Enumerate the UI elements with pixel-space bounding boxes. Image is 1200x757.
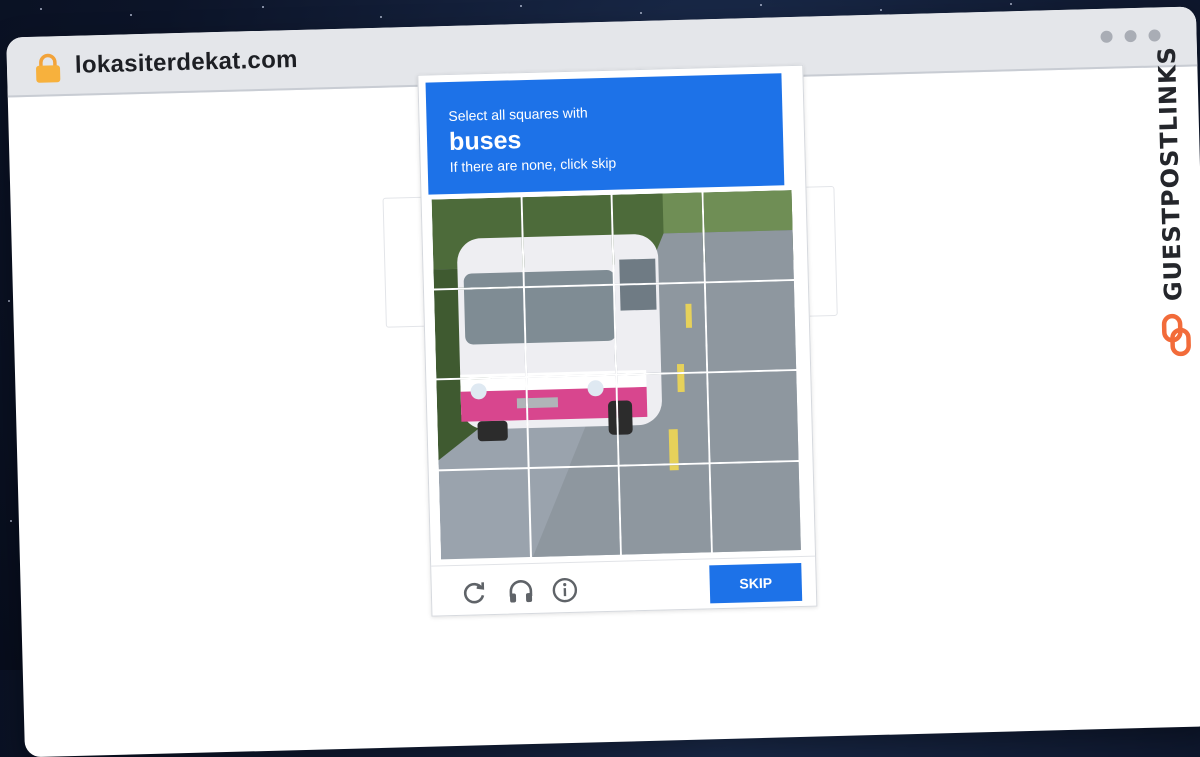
captcha-tile[interactable] (433, 287, 525, 379)
headphones-icon[interactable] (508, 578, 535, 605)
captcha-tile[interactable] (524, 285, 616, 377)
captcha-tile[interactable] (438, 468, 530, 560)
captcha-tile[interactable] (702, 190, 794, 281)
captcha-tile[interactable] (529, 466, 620, 558)
captcha-tile[interactable] (617, 373, 709, 465)
url-text[interactable]: lokasiterdekat.com (75, 46, 299, 80)
captcha-tile[interactable] (436, 378, 528, 469)
captcha-footer: SKIP (431, 555, 817, 617)
captcha-tile[interactable] (612, 192, 704, 284)
captcha-tile[interactable] (526, 375, 618, 467)
captcha-tile[interactable] (431, 197, 523, 288)
captcha-prompt: Select all squares with buses If there a… (425, 73, 785, 195)
reload-icon[interactable] (462, 579, 489, 606)
captcha-widget: Select all squares with buses If there a… (417, 64, 818, 617)
captcha-tile[interactable] (707, 371, 799, 462)
window-dot-icon[interactable] (1124, 29, 1137, 43)
captcha-tile[interactable] (710, 461, 801, 553)
window-controls (1100, 29, 1161, 43)
captcha-image-grid (431, 190, 801, 560)
chain-link-icon (1161, 313, 1191, 357)
info-icon[interactable] (552, 577, 579, 604)
browser-window: lokasiterdekat.com Select all squares wi… (6, 6, 1200, 757)
skip-button[interactable]: SKIP (709, 562, 803, 604)
brand-name: GUESTPOSTLINKS (1152, 45, 1188, 302)
window-dot-icon[interactable] (1148, 29, 1161, 42)
captcha-tile[interactable] (522, 194, 613, 286)
captcha-tile[interactable] (705, 280, 797, 372)
window-dot-icon[interactable] (1100, 30, 1113, 43)
lock-icon (36, 53, 61, 83)
captcha-tile[interactable] (619, 463, 711, 555)
captcha-tile[interactable] (614, 282, 706, 374)
brand-logo: GUESTPOSTLINKS (1147, 46, 1199, 364)
